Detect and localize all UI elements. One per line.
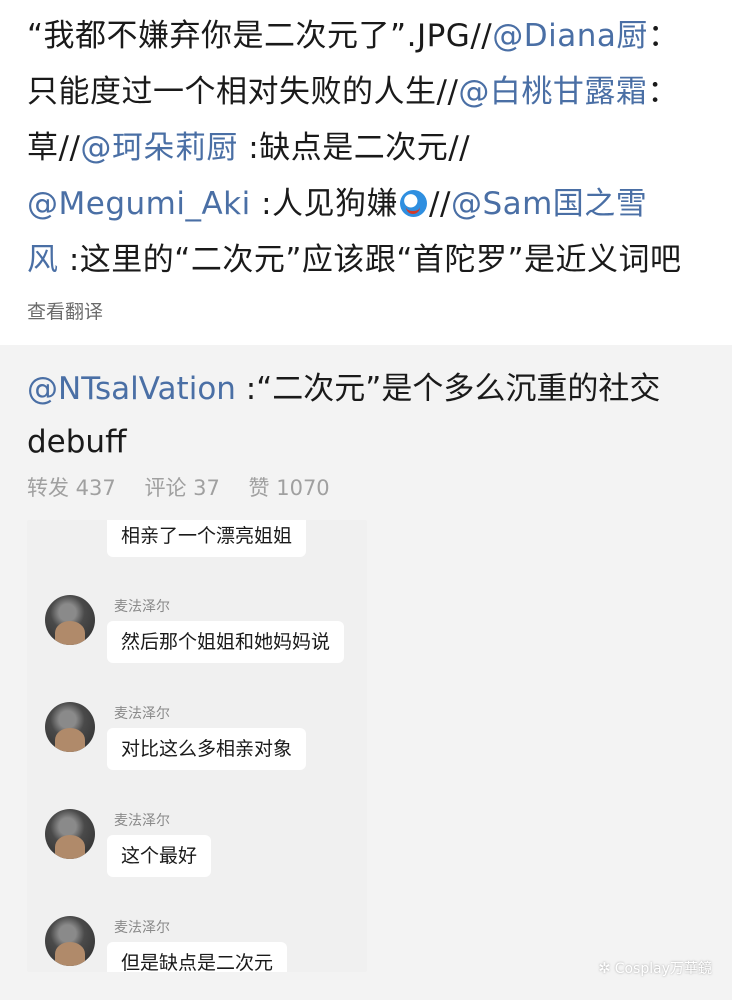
repost-text: :“二次元”是个多么沉重的社交 (235, 371, 661, 407)
chat-bubble: 然后那个姐姐和她妈妈说 (107, 621, 345, 663)
mention-link[interactable]: @Megumi_Aki (27, 186, 251, 222)
chat-screenshot[interactable]: 相亲了一个漂亮姐姐 麦法泽尔 然后那个姐姐和她妈妈说 麦法泽尔 对比这么多相亲对… (27, 520, 367, 972)
chat-nickname: 麦法泽尔 (114, 706, 170, 722)
mention-link[interactable]: @珂朵莉厨 (80, 130, 238, 166)
comment-text: “我都不嫌弃你是二次元了”.JPG// (27, 18, 493, 54)
repost-user-link[interactable]: @NTsalVation (27, 371, 236, 407)
avatar (45, 809, 95, 859)
mention-link[interactable]: @Sam国之雪 (451, 186, 647, 222)
comment-text: :缺点是二次元// (237, 130, 471, 166)
comment-line-5: 风 :这里的“二次元”应该跟“首陀罗”是近义词吧 (27, 240, 682, 280)
mention-link[interactable]: 风 (27, 242, 59, 278)
mention-link[interactable]: @Diana厨 (492, 18, 648, 54)
avatar (45, 916, 95, 966)
comment-line-2: 只能度过一个相对失败的人生//@白桃甘露霜： (27, 72, 679, 112)
comment-line-1: “我都不嫌弃你是二次元了”.JPG//@Diana厨： (27, 16, 679, 56)
repost-block: @NTsalVation :“二次元”是个多么沉重的社交 debuff 转发 4… (0, 345, 732, 1000)
comment-count-button[interactable]: 评论 37 (144, 476, 219, 500)
chat-nickname: 麦法泽尔 (114, 813, 170, 829)
repost-stats: 转发 437 评论 37 赞 1070 (27, 472, 352, 502)
like-count-button[interactable]: 赞 1070 (249, 476, 330, 500)
comment-text: :这里的“二次元”应该跟“首陀罗”是近义词吧 (58, 242, 682, 278)
mention-link[interactable]: @白桃甘露霜 (458, 74, 647, 110)
comment-block: “我都不嫌弃你是二次元了”.JPG//@Diana厨： 只能度过一个相对失败的人… (0, 0, 732, 345)
repost-line-2: debuff (27, 424, 127, 460)
comment-line-3: 草//@珂朵莉厨 :缺点是二次元// (27, 128, 470, 168)
repost-line-1: @NTsalVation :“二次元”是个多么沉重的社交 (27, 369, 660, 409)
comment-text: ： (647, 74, 679, 110)
repost-count-button[interactable]: 转发 437 (27, 476, 116, 500)
comment-text: 草// (27, 130, 81, 166)
avatar (45, 595, 95, 645)
chat-bubble: 但是缺点是二次元 (107, 942, 288, 972)
doraemon-emoji-icon (400, 190, 428, 217)
translate-link[interactable]: 查看翻译 (27, 297, 103, 324)
watermark-text: Cosplay万華鏡 (614, 961, 712, 977)
star-icon: ✲ (598, 959, 611, 977)
chat-bubble: 相亲了一个漂亮姐姐 (107, 520, 307, 557)
chat-nickname: 麦法泽尔 (114, 599, 170, 615)
watermark: ✲ Cosplay万華鏡 (598, 958, 712, 978)
comment-line-4: @Megumi_Aki :人见狗嫌 //@Sam国之雪 (27, 184, 647, 224)
avatar (45, 702, 95, 752)
comment-text: :人见狗嫌 (250, 186, 399, 222)
comment-text: ： (647, 18, 680, 54)
chat-bubble: 对比这么多相亲对象 (107, 728, 307, 770)
comment-text: // (429, 186, 451, 222)
chat-bubble: 这个最好 (107, 835, 212, 877)
comment-text: 只能度过一个相对失败的人生// (27, 74, 459, 110)
chat-nickname: 麦法泽尔 (114, 920, 170, 936)
